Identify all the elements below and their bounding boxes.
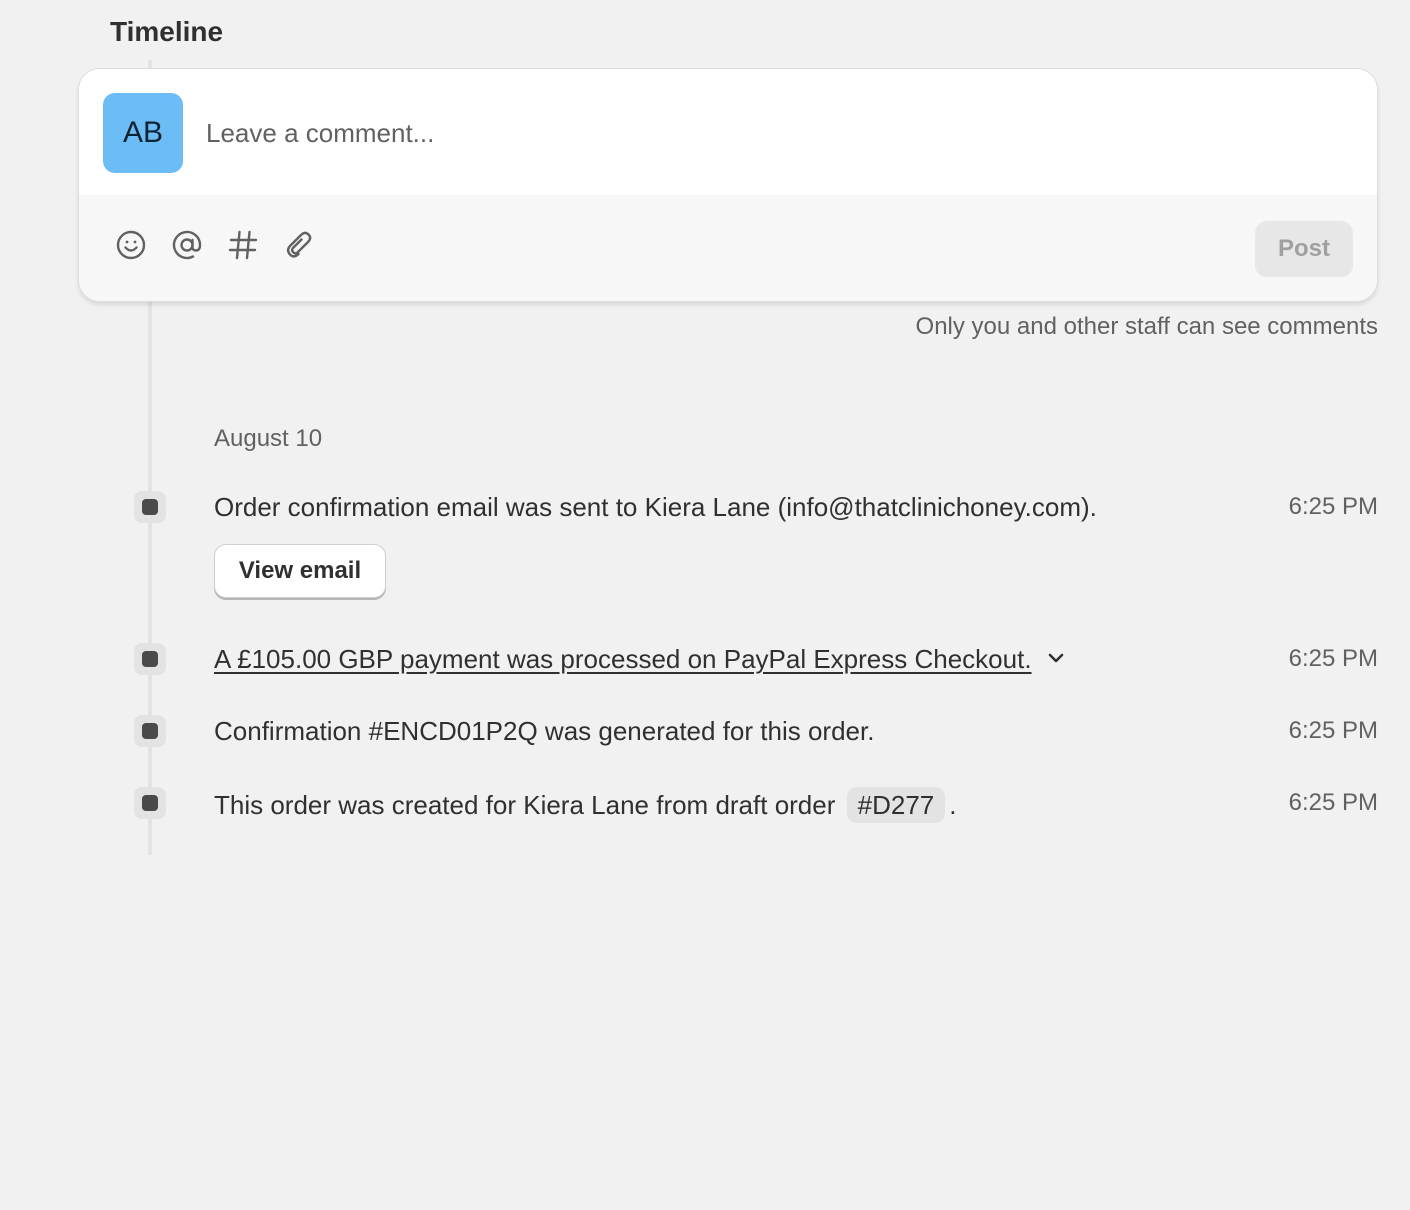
event-text: This order was created for Kiera Lane fr… [214, 787, 956, 823]
event-time: 6:25 PM [1288, 493, 1378, 520]
composer-input-area: AB [79, 69, 1377, 197]
event-time: 6:25 PM [1288, 645, 1378, 672]
composer-toolbar: Post [79, 195, 1377, 301]
draft-order-tag[interactable]: #D277 [846, 787, 946, 823]
event-text: Order confirmation email was sent to Kie… [214, 492, 1097, 522]
comments-visibility-note: Only you and other staff can see comment… [915, 313, 1378, 340]
event-time: 6:25 PM [1288, 717, 1378, 744]
timeline-event: Order confirmation email was sent to Kie… [0, 487, 1410, 527]
timeline-title: Timeline [110, 16, 224, 47]
post-button[interactable]: Post [1255, 221, 1353, 277]
chevron-down-icon[interactable] [1046, 643, 1066, 675]
timeline-dot [134, 643, 166, 675]
attachment-icon[interactable] [279, 225, 319, 265]
hashtag-icon[interactable] [223, 225, 263, 265]
payment-details-link[interactable]: A £105.00 GBP payment was processed on P… [214, 644, 1032, 674]
timeline-dot [134, 491, 166, 523]
event-text-after: . [949, 790, 957, 820]
timeline-event: A £105.00 GBP payment was processed on P… [0, 639, 1410, 679]
timeline-event: This order was created for Kiera Lane fr… [0, 783, 1410, 823]
view-email-button[interactable]: View email [214, 544, 386, 598]
timeline-dot [134, 787, 166, 819]
timeline-date: August 10 [214, 425, 323, 452]
timeline-dot [134, 715, 166, 747]
comment-composer: AB Leave a comment... Post [78, 68, 1378, 302]
avatar: AB [103, 93, 183, 173]
event-text-before: This order was created for Kiera Lane fr… [214, 790, 836, 820]
event-text: A £105.00 GBP payment was processed on P… [214, 643, 1066, 677]
emoji-icon[interactable] [111, 225, 151, 265]
mention-icon[interactable] [167, 225, 207, 265]
event-text: Confirmation #ENCD01P2Q was generated fo… [214, 716, 875, 746]
comment-input[interactable] [206, 109, 1346, 157]
event-time: 6:25 PM [1288, 789, 1378, 816]
timeline-event: Confirmation #ENCD01P2Q was generated fo… [0, 711, 1410, 751]
